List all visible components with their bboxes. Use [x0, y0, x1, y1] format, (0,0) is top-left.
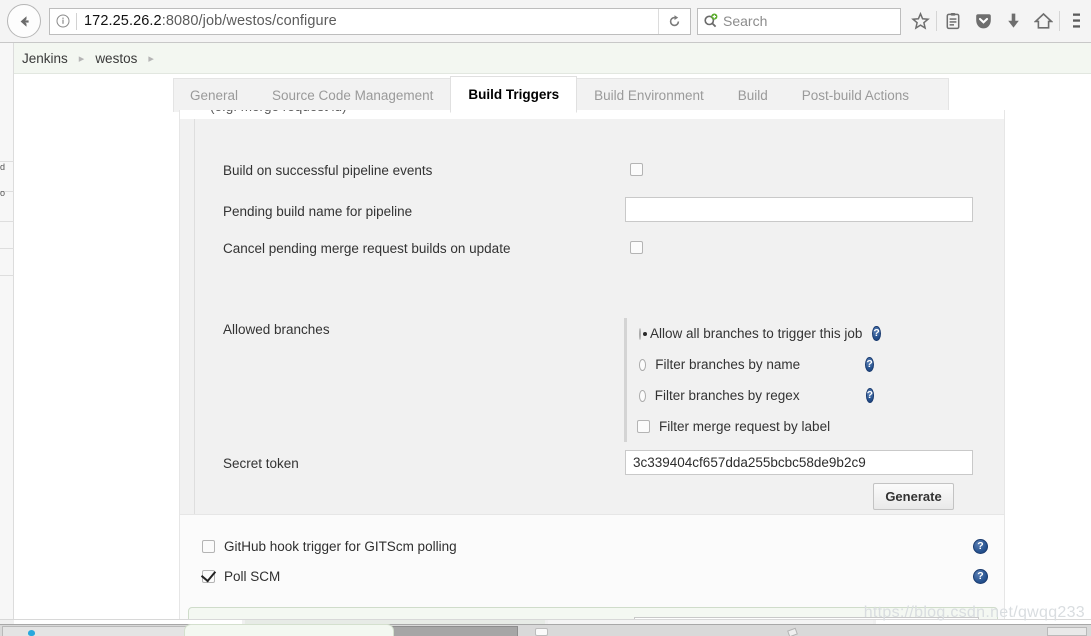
tab-label: Build Triggers — [468, 87, 560, 102]
help-icon-filter-branches-by-name[interactable]: ? — [865, 357, 874, 372]
secret-token-input[interactable] — [625, 450, 973, 475]
sticky-action-bar: Save Apply — [184, 624, 394, 636]
search-add-icon — [698, 13, 723, 29]
tab-label: Build Environment — [594, 87, 704, 103]
build-triggers-panel: Build on successful pipeline events Pend… — [179, 119, 1006, 550]
toolbar-divider — [936, 11, 937, 31]
home-icon[interactable] — [1028, 4, 1058, 38]
taskbar-app-icon — [28, 630, 35, 636]
reload-icon — [669, 14, 680, 26]
pocket-shield-icon[interactable] — [968, 4, 998, 38]
back-button[interactable] — [7, 4, 41, 38]
breadcrumb-separator: ▸ — [78, 52, 85, 65]
taskbar-window-item[interactable] — [535, 628, 548, 636]
allow-all-branches-radio[interactable] — [639, 327, 647, 340]
row-pending-build-name: Pending build name for pipeline ? — [180, 197, 1006, 227]
github-hook-trigger-checkbox[interactable] — [202, 539, 215, 553]
allowed-branches-label: Allowed branches — [223, 322, 330, 337]
url-bar[interactable]: 172.25.26.2:8080/job/westos/configure — [49, 7, 691, 35]
github-hook-trigger-label: GitHub hook trigger for GITScm polling — [224, 538, 457, 554]
row-allowed-branches: Allowed branches — [180, 319, 1006, 341]
taskbar-tray[interactable] — [1047, 627, 1087, 636]
tab-build[interactable]: Build — [721, 78, 785, 112]
row-poll-scm: Poll SCM ? — [180, 561, 1006, 591]
option-label: Filter merge request by label — [659, 419, 831, 434]
breadcrumb: Jenkins ▸ westos ▸ — [14, 43, 1091, 74]
sliver-text: o — [0, 188, 6, 198]
filter-branches-by-regex-radio[interactable] — [639, 389, 646, 402]
row-label: Build on successful pipeline events — [223, 163, 433, 178]
browser-toolbar: 172.25.26.2:8080/job/westos/configure Se… — [0, 0, 1091, 43]
option-label: Filter branches by name — [655, 357, 801, 372]
secret-token-label: Secret token — [223, 456, 299, 471]
site-info-icon[interactable] — [50, 14, 76, 28]
tab-label: Post-build Actions — [801, 87, 910, 103]
filter-merge-request-by-label-checkbox[interactable] — [637, 420, 650, 433]
help-icon-github-hook-trigger[interactable]: ? — [973, 538, 988, 554]
option-filter-merge-request-by-label[interactable]: Filter merge request by label — [637, 411, 874, 442]
tab-build-triggers[interactable]: Build Triggers — [450, 76, 578, 113]
config-tabs: General Source Code Management Build Tri… — [165, 74, 1091, 113]
back-arrow-icon — [20, 15, 29, 27]
reader-list-icon[interactable] — [938, 4, 968, 38]
filter-branches-by-name-radio[interactable] — [639, 358, 647, 371]
row-build-on-successful-pipeline-events: Build on successful pipeline events — [180, 159, 1006, 185]
url-path: :8080/job/westos/configure — [161, 13, 337, 29]
tab-source-code-management[interactable]: Source Code Management — [255, 78, 450, 112]
bookmark-star-icon[interactable] — [905, 4, 935, 38]
search-placeholder: Search — [723, 13, 768, 29]
tab-label: General — [190, 87, 239, 103]
row-label: Cancel pending merge request builds on u… — [223, 241, 511, 256]
breadcrumb-item-jenkins[interactable]: Jenkins — [22, 51, 68, 66]
help-icon-poll-scm[interactable]: ? — [973, 568, 988, 584]
row-secret-token: Secret token ? — [180, 449, 1006, 479]
search-bar[interactable]: Search — [697, 7, 901, 35]
sliver-divider — [0, 275, 14, 276]
pending-build-name-input[interactable] — [625, 197, 973, 222]
sliver-divider — [0, 221, 14, 222]
option-label: Allow all branches to trigger this job — [650, 326, 863, 341]
cancel-pending-merge-request-builds-checkbox[interactable] — [630, 241, 643, 254]
option-filter-branches-by-name[interactable]: Filter branches by name ? — [639, 349, 874, 380]
clipped-sidebar-sliver: d o — [0, 43, 14, 619]
toolbar-divider-2 — [1059, 11, 1060, 31]
breadcrumb-separator-2: ▸ — [148, 52, 154, 65]
row-cancel-pending-merge-request-builds: Cancel pending merge request builds on u… — [180, 237, 1006, 263]
taskbar-app-icon — [787, 627, 798, 636]
option-filter-branches-by-regex[interactable]: Filter branches by regex ? — [639, 380, 874, 411]
url-text[interactable]: 172.25.26.2:8080/job/westos/configure — [77, 13, 658, 29]
option-label: Filter branches by regex — [654, 388, 800, 403]
reload-button[interactable] — [658, 8, 690, 34]
help-icon-filter-branches-by-regex[interactable]: ? — [865, 388, 874, 403]
generate-token-button[interactable]: Generate — [873, 483, 954, 510]
content-pane: General Source Code Management Build Tri… — [14, 74, 1091, 636]
tab-build-environment[interactable]: Build Environment — [577, 78, 721, 112]
row-github-hook-trigger: GitHub hook trigger for GITScm polling ? — [180, 531, 1006, 561]
page-viewport: d o Jenkins ▸ westos ▸ General Source Co… — [0, 43, 1091, 636]
tab-post-build-actions[interactable]: Post-build Actions — [785, 78, 926, 112]
desktop-taskbar — [0, 624, 1091, 636]
tab-label: Build — [737, 87, 768, 103]
menu-hamburger-icon[interactable] — [1061, 4, 1091, 38]
downloads-arrow-icon[interactable] — [998, 4, 1028, 38]
build-on-successful-pipeline-events-checkbox[interactable] — [630, 163, 643, 176]
breadcrumb-item-westos[interactable]: westos — [95, 51, 137, 66]
sliver-divider — [0, 248, 14, 249]
watermark: https://blog.csdn.net/qwqq233 — [863, 604, 1085, 621]
row-label: Pending build name for pipeline — [223, 204, 413, 219]
tab-label: Source Code Management — [272, 87, 434, 103]
poll-scm-checkbox[interactable] — [202, 569, 215, 583]
poll-scm-label: Poll SCM — [224, 568, 281, 584]
allowed-branches-group: Allow all branches to trigger this job ?… — [624, 318, 881, 442]
option-allow-all-branches[interactable]: Allow all branches to trigger this job ? — [639, 318, 881, 349]
url-host: 172.25.26.2 — [84, 13, 162, 29]
help-icon-allow-all-branches[interactable]: ? — [872, 326, 881, 341]
tab-general[interactable]: General — [173, 78, 255, 112]
sliver-text: d — [0, 162, 6, 172]
